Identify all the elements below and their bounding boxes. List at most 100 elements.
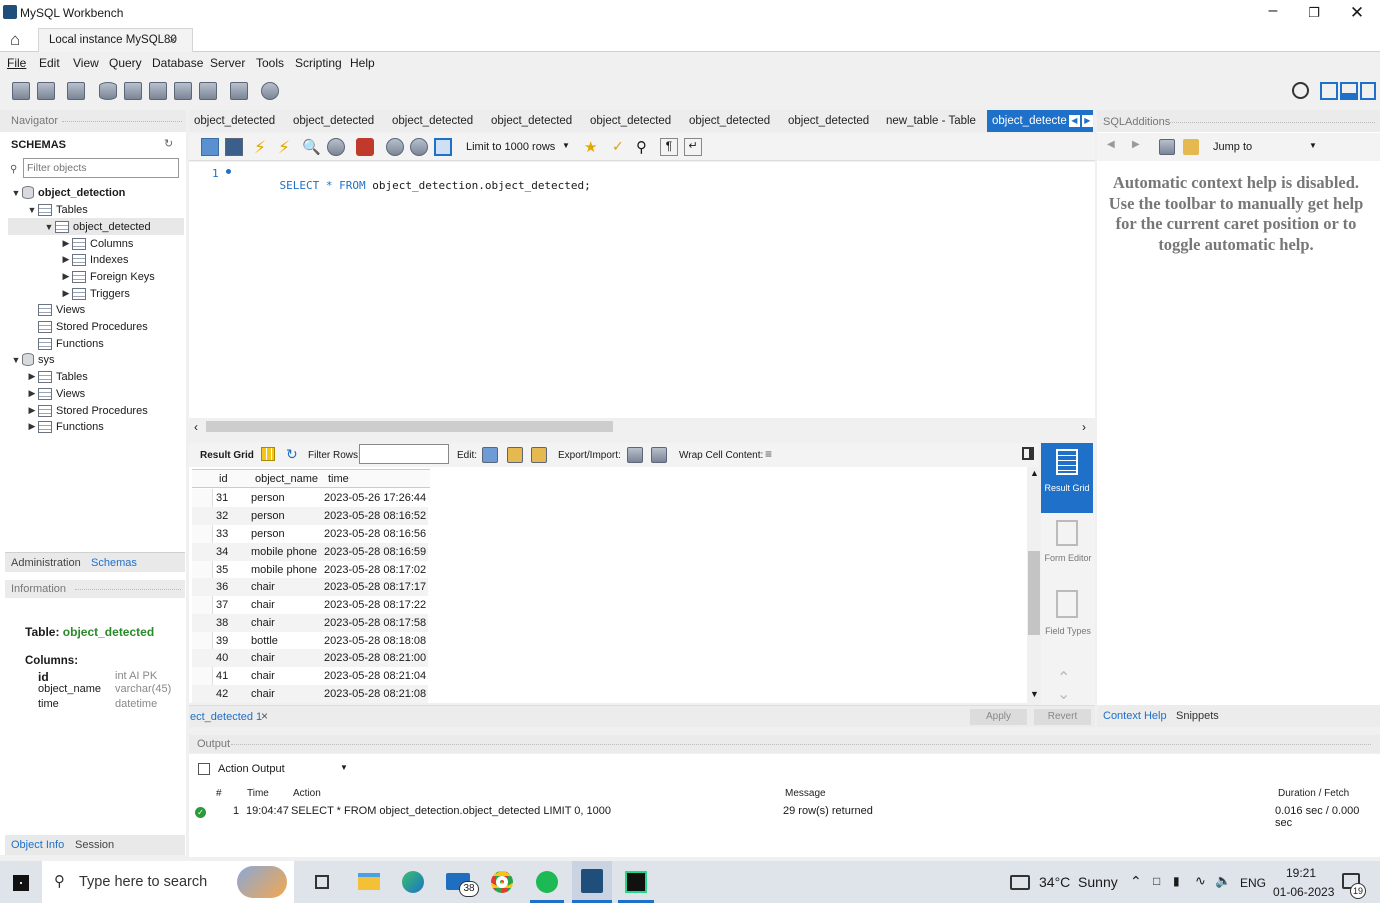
edit-row-icon[interactable]	[482, 447, 498, 463]
search-table-data-icon[interactable]	[230, 82, 248, 100]
add-snippet-icon[interactable]: ★	[584, 138, 602, 156]
spotify-icon[interactable]	[536, 871, 558, 893]
editor-tab[interactable]: object_detected	[588, 110, 671, 132]
tree-table-object-detected[interactable]: ▼ object_detected	[8, 218, 184, 235]
editor-tab[interactable]: object_detected	[489, 110, 572, 132]
result-tab-label[interactable]: ect_detected 1	[190, 711, 262, 723]
scroll-up-icon[interactable]: ▲	[1030, 468, 1039, 478]
commit-icon[interactable]	[386, 138, 404, 156]
connection-tab[interactable]: Local instance MySQL80 ×	[38, 28, 193, 52]
toggle-output-icon[interactable]	[1340, 82, 1358, 100]
col-header-id[interactable]: id	[219, 473, 228, 485]
apply-button[interactable]: Apply	[970, 709, 1027, 725]
editor-tab[interactable]: object_detected	[390, 110, 473, 132]
close-window-button[interactable]: ✕	[1346, 3, 1368, 25]
home-icon[interactable]: ⌂	[10, 30, 20, 50]
table-row[interactable]: 35 mobile phone 2023-05-28 08:17:02	[192, 561, 428, 579]
copy-icon[interactable]	[198, 763, 210, 775]
table-row[interactable]: 31 person 2023-05-26 17:26:44	[192, 489, 428, 507]
tree-schema-object-detection[interactable]: ▼ object_detection	[10, 184, 125, 201]
open-sql-script-icon[interactable]	[37, 82, 55, 100]
forward-icon[interactable]: ▶	[1132, 139, 1140, 150]
tree-sys-tables[interactable]: ▶ Tables	[26, 368, 88, 385]
manual-help-icon[interactable]	[1159, 139, 1175, 155]
toggle-secondary-sidebar-icon[interactable]	[1360, 82, 1376, 100]
tree-triggers[interactable]: ▶ Triggers	[60, 285, 130, 302]
menu-server[interactable]: Server	[210, 56, 245, 70]
chevron-up-icon[interactable]: ⌃	[1130, 873, 1142, 890]
col-header-time[interactable]: time	[328, 473, 349, 485]
mysql-workbench-taskbar-icon[interactable]	[572, 861, 612, 903]
autocommit-icon[interactable]	[434, 138, 452, 156]
new-sql-tab-icon[interactable]	[12, 82, 30, 100]
meet-now-icon[interactable]: □	[1153, 874, 1160, 888]
minimize-button[interactable]: –	[1262, 2, 1284, 24]
editor-horizontal-scrollbar[interactable]: ‹ ›	[189, 419, 1095, 435]
tree-functions[interactable]: Functions	[38, 335, 104, 352]
toggle-panel-icon[interactable]	[1022, 447, 1034, 460]
filter-objects-input[interactable]	[23, 158, 179, 178]
editor-tab[interactable]: object_detected	[192, 110, 275, 132]
table-row[interactable]: 34 mobile phone 2023-05-28 08:16:59	[192, 543, 428, 561]
menu-file[interactable]: File	[7, 56, 26, 70]
execute-icon[interactable]: ⚡	[254, 138, 272, 157]
scroll-left-icon[interactable]: ‹	[194, 420, 198, 434]
editor-tab[interactable]: object_detected	[687, 110, 770, 132]
table-row[interactable]: 33 person 2023-05-28 08:16:56	[192, 525, 428, 543]
form-editor-side-button[interactable]: Form Editor	[1043, 553, 1093, 563]
create-table-icon[interactable]	[124, 82, 142, 100]
limit-rows-select[interactable]: Limit to 1000 rows ▼	[462, 138, 574, 156]
menu-scripting[interactable]: Scripting	[295, 56, 342, 70]
close-tab-icon[interactable]: ×	[169, 32, 177, 47]
language-indicator[interactable]: ENG	[1240, 876, 1266, 890]
open-file-icon[interactable]	[201, 138, 219, 156]
tab-scroll-left-icon[interactable]: ◀	[1068, 115, 1080, 127]
windows-start-icon[interactable]	[13, 875, 29, 891]
clock-date[interactable]: 01-06-2023	[1273, 885, 1334, 899]
word-wrap-icon[interactable]: ↵	[684, 138, 702, 156]
tab-snippets[interactable]: Snippets	[1176, 710, 1219, 722]
tree-sys-stored-procedures[interactable]: ▶ Stored Procedures	[26, 402, 148, 419]
tree-indexes[interactable]: ▶ Indexes	[60, 251, 129, 268]
explain-icon[interactable]: 🔍	[302, 138, 321, 156]
table-row[interactable]: 41 chair 2023-05-28 08:21:04	[192, 667, 428, 685]
beautify-icon[interactable]: ✓	[612, 138, 630, 156]
col-header-object-name[interactable]: object_name	[255, 473, 318, 485]
menu-query[interactable]: Query	[109, 56, 142, 70]
back-icon[interactable]: ◀	[1107, 139, 1115, 150]
tree-columns[interactable]: ▶ Columns	[60, 235, 133, 252]
jump-to-select[interactable]: Jump to	[1213, 141, 1252, 153]
result-grid-label[interactable]: Result Grid	[200, 450, 254, 461]
import-icon[interactable]	[651, 447, 667, 463]
pycharm-icon[interactable]	[625, 871, 647, 893]
table-row[interactable]: 39 bottle 2023-05-28 08:18:08	[192, 632, 428, 650]
menu-database[interactable]: Database	[152, 56, 203, 70]
field-types-side-button[interactable]: Field Types	[1043, 626, 1093, 636]
create-procedure-icon[interactable]	[174, 82, 192, 100]
tab-administration[interactable]: Administration	[11, 557, 81, 569]
scrollbar-thumb[interactable]	[206, 421, 613, 432]
table-row[interactable]: 38 chair 2023-05-28 08:17:58	[192, 614, 428, 632]
editor-tab[interactable]: object_detected	[291, 110, 374, 132]
close-result-tab-icon[interactable]: ×	[261, 709, 268, 723]
menu-help[interactable]: Help	[350, 56, 375, 70]
output-type-select[interactable]: Action Output ▼	[214, 760, 352, 778]
table-row[interactable]: 32 person 2023-05-28 08:16:52	[192, 507, 428, 525]
menu-edit[interactable]: Edit	[39, 56, 60, 70]
battery-icon[interactable]: ▮	[1173, 874, 1180, 888]
refresh-icon[interactable]: ↻	[286, 446, 298, 463]
create-view-icon[interactable]	[149, 82, 167, 100]
execute-current-icon[interactable]: ⚡	[278, 138, 296, 157]
scrollbar-thumb[interactable]	[1028, 551, 1040, 635]
create-schema-icon[interactable]	[99, 82, 117, 100]
sql-editor[interactable]: 1 SELECT * FROM object_detection.object_…	[189, 162, 1095, 418]
tab-session[interactable]: Session	[75, 839, 114, 851]
table-row[interactable]: 42 chair 2023-05-28 08:21:08	[192, 685, 428, 703]
filter-rows-input[interactable]	[359, 444, 449, 464]
reconnect-icon[interactable]	[261, 82, 279, 100]
editor-tab[interactable]: object_detected	[786, 110, 869, 132]
auto-help-icon[interactable]	[1183, 139, 1199, 155]
toggle-sidebar-icon[interactable]	[1320, 82, 1338, 100]
tree-views[interactable]: Views	[38, 301, 85, 318]
editor-tab[interactable]: new_table - Table	[884, 110, 976, 132]
